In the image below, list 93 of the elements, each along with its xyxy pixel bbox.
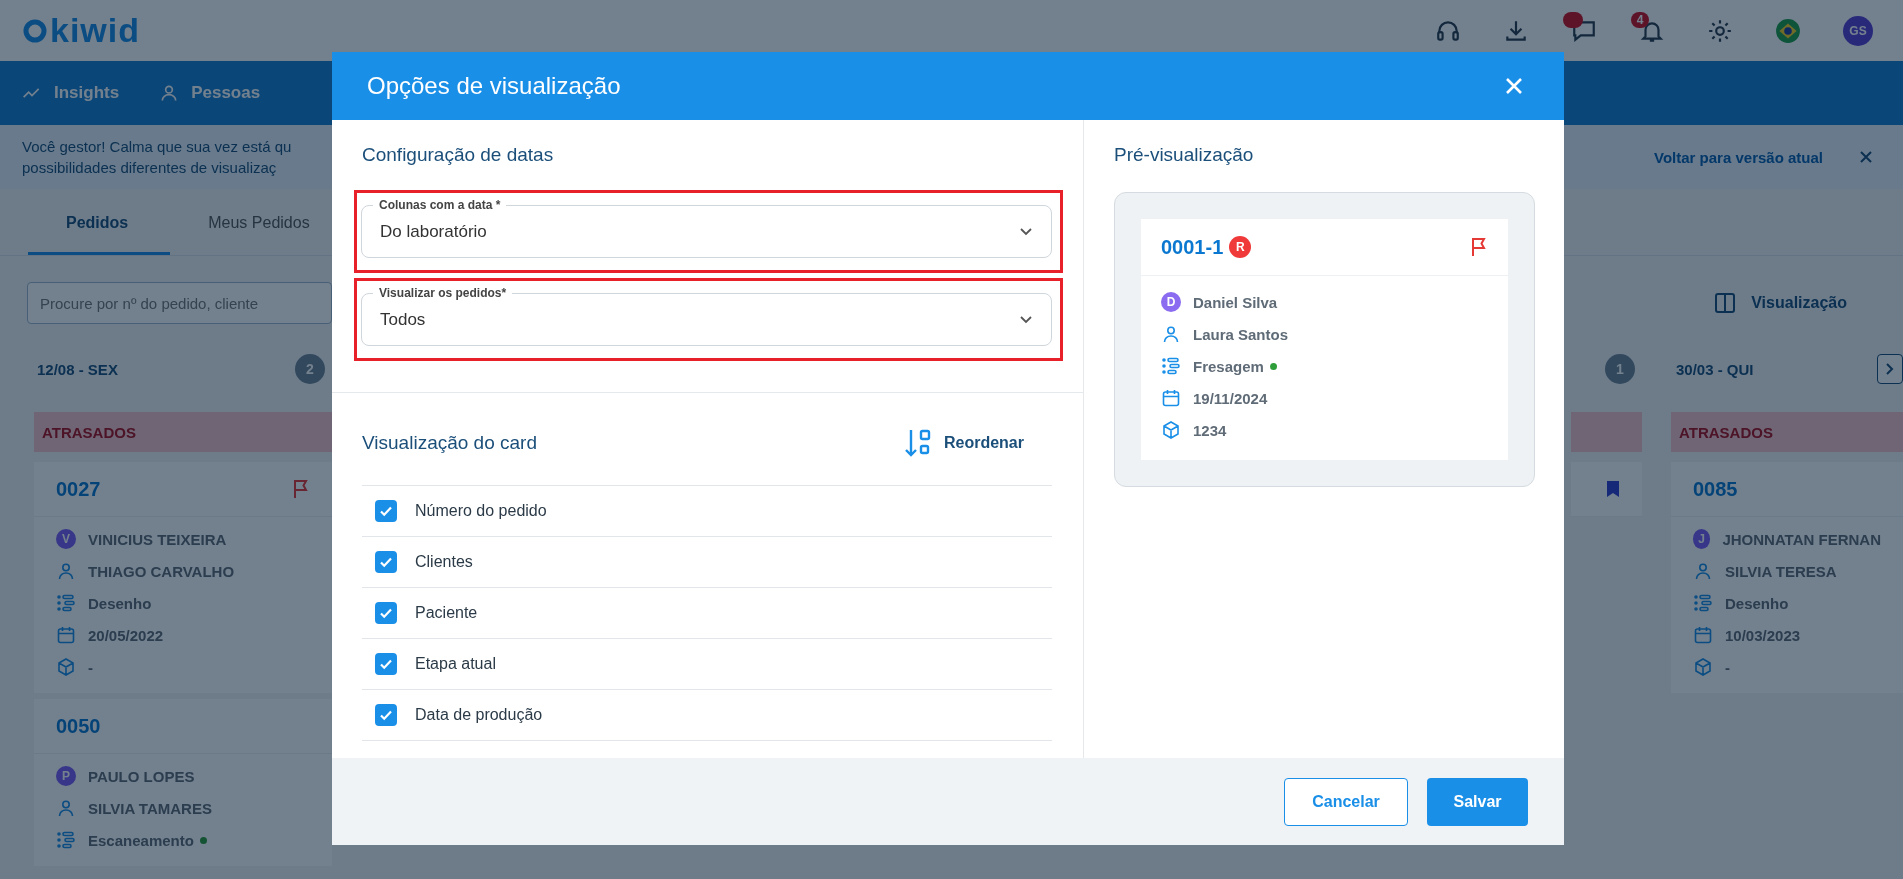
reorder-icon [903,428,932,458]
client-avatar: J [1693,529,1711,549]
next-button[interactable] [1877,354,1903,384]
client-avatar: V [56,529,76,549]
card-field: - [88,658,93,676]
cube-icon [56,657,76,677]
person-icon [56,561,76,581]
order-card[interactable]: 0050 P PAULO LOPES SILVIA TAMARES Escaneamento [34,699,332,866]
section-heading: Pré-visualização [1114,144,1255,166]
person-icon [56,798,76,818]
tab[interactable]: Pedidos [28,214,171,255]
count-badge: 1 [1605,354,1635,384]
calendar-icon [1693,625,1713,645]
card-field: 10/03/2023 [1725,626,1801,644]
column-date: 30/03 - QUI [1676,360,1754,378]
checkbox[interactable] [375,551,397,573]
close-icon[interactable] [1859,150,1873,164]
close-button[interactable] [1504,76,1524,96]
field-label: Visualizar os pedidos* [373,285,513,301]
client-avatar: D [1161,292,1181,312]
tag-badge: R [1229,236,1252,258]
card-field: Escaneamento [88,831,194,849]
card-field: THIAGO CARVALHO [88,562,235,580]
checkbox[interactable] [375,500,397,522]
client-avatar: P [56,766,76,786]
group-label: ATRASADOS [1679,423,1773,441]
notification-badge: 4 [1631,11,1649,28]
chevron-icon [1884,362,1896,376]
person-icon [1693,561,1713,581]
nav-item[interactable]: Insights [22,83,120,103]
checkbox[interactable] [375,653,397,675]
flag-icon[interactable] [292,479,310,499]
user-avatar[interactable]: GS [1843,15,1873,46]
card-field: Laura Santos [1193,325,1289,343]
checkbox-label: Paciente [415,604,478,622]
view-button[interactable]: Visualização [1707,290,1853,316]
settings-icon[interactable] [1707,17,1733,44]
columns-icon [1713,291,1738,315]
checkbox[interactable] [375,602,397,624]
card-field: Fresagem [1193,357,1264,375]
calendar-icon [56,625,76,645]
card-field: Desenho [88,594,152,612]
checkbox-label: Etapa atual [415,655,496,673]
list-icon [1693,593,1713,613]
banner-text: Você gestor! Calma que sua vez está qu [22,138,292,155]
reorder-button[interactable]: Reordenar [897,427,1030,459]
card-field: SILVIA TAMARES [88,799,212,817]
person-icon [1161,324,1181,344]
card-field: 19/11/2024 [1193,389,1268,407]
order-card[interactable]: 0085 J JHONNATAN FERNAN SILVIA TERESA Desenho 10/03/2023 - [1671,462,1903,693]
checkbox-label: Número do pedido [415,502,547,520]
cube-icon [1161,420,1181,440]
card-field: JHONNATAN FERNAN [1722,530,1881,548]
card-field: SILVIA TERESA [1725,562,1837,580]
card-field: Desenho [1725,594,1789,612]
list-icon [56,593,76,613]
count-badge: 2 [295,354,325,384]
bookmark-icon[interactable] [1606,480,1620,498]
order-number: 0050 [56,714,101,738]
order-number: 0027 [56,477,101,501]
card-field: VINICIUS TEIXEIRA [88,530,227,548]
calendar-icon [1161,388,1181,408]
order-number: 0085 [1693,477,1738,501]
card-field: 20/05/2022 [88,626,164,644]
logo[interactable]: kiwid [22,11,141,50]
card-field: PAULO LOPES [88,767,195,785]
search-field[interactable]: Procure por nº do pedido, cliente [27,282,332,324]
back-link[interactable]: Voltar para versão atual [1654,148,1823,166]
country-flag-icon[interactable] [1775,17,1801,44]
order-card[interactable] [1571,462,1642,517]
banner-text: possibilidades diferentes de visualizaç [22,159,278,176]
card-field: - [1725,658,1730,676]
list-icon [1161,356,1181,376]
checkbox[interactable] [375,704,397,726]
checkbox-label: Data de produção [415,706,543,724]
dialog-title: Opções de visualização [367,72,621,100]
flag-icon [1470,237,1488,257]
group-label: ATRASADOS [42,423,136,441]
column-date: 12/08 - SEX [37,360,118,378]
chevron-icon [1019,315,1033,324]
list-icon [56,830,76,850]
order-card[interactable]: 0027 V VINICIUS TEIXEIRA THIAGO CARVALHO Desenho 20/05/2022 - [34,462,332,693]
checkbox-label: Clientes [415,553,473,571]
nav-item[interactable]: Pessoas [159,83,261,103]
cancel-button[interactable]: Cancelar [1284,777,1408,826]
card-field: Daniel Silva [1193,293,1278,311]
order-number: 0001-1 [1161,235,1224,259]
section-heading: Visualização do card [362,432,537,454]
cube-icon [1693,657,1713,677]
chevron-icon [1019,227,1033,236]
section-heading: Configuração de datas [362,144,555,166]
save-button[interactable]: Salvar [1427,777,1528,826]
card-field: 1234 [1193,421,1227,439]
